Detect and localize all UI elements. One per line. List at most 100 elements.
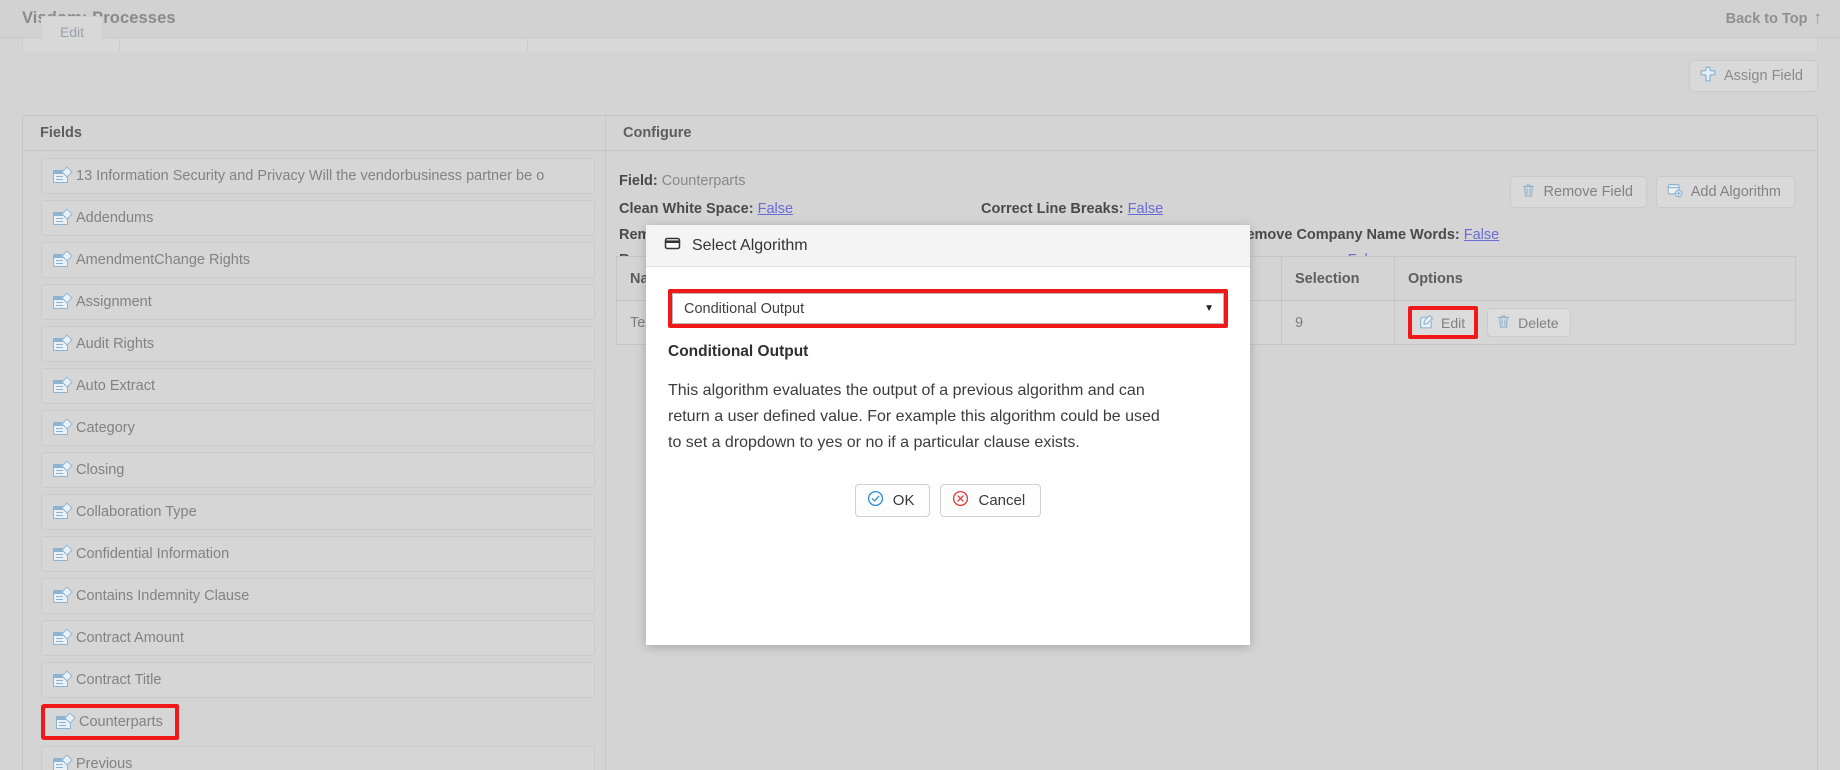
chevron-down-icon: ▼	[1204, 302, 1214, 314]
field-list-item[interactable]: Audit Rights	[41, 326, 595, 362]
algorithm-select[interactable]: Conditional Output ▼	[672, 293, 1224, 324]
add-algorithm-button[interactable]: Add Algorithm	[1655, 176, 1795, 208]
configure-field-label: Field:	[619, 173, 658, 189]
cancel-button[interactable]: Cancel	[940, 483, 1042, 517]
remove-field-label: Remove Field	[1543, 184, 1633, 200]
field-list-item[interactable]: Assignment	[41, 284, 595, 320]
form-edit-icon	[53, 543, 73, 561]
algorithm-name: Conditional Output	[668, 343, 809, 360]
edit-square-icon	[1419, 314, 1434, 332]
cell-options: Edit Delete	[1395, 301, 1795, 344]
trash-icon	[1496, 314, 1511, 332]
field-list-item[interactable]: Category	[41, 410, 595, 446]
algorithm-description: This algorithm evaluates the output of a…	[668, 382, 1160, 451]
edit-label: Edit	[1441, 314, 1466, 331]
form-edit-icon	[53, 291, 73, 309]
cell-selection: 9	[1282, 301, 1395, 344]
property-clean-white-space: Clean White Space: False	[619, 201, 793, 217]
cancel-label: Cancel	[978, 491, 1026, 509]
field-item-label: Assignment	[76, 294, 152, 310]
dialog-title: Select Algorithm	[692, 236, 808, 254]
field-item-label: Contract Amount	[76, 630, 184, 646]
field-list-item[interactable]: Addendums	[41, 200, 595, 236]
select-algorithm-dialog: Select Algorithm Conditional Output ▼ Co…	[646, 225, 1250, 645]
form-edit-icon	[53, 165, 73, 183]
ok-label: OK	[892, 491, 915, 509]
form-edit-icon	[53, 627, 73, 645]
form-edit-icon	[53, 417, 73, 435]
form-edit-icon	[53, 207, 73, 225]
field-list-item[interactable]: Previous	[41, 746, 595, 770]
field-list-item[interactable]: Contract Amount	[41, 620, 595, 656]
property-label: Clean White Space:	[619, 201, 754, 217]
field-item-label: Counterparts	[79, 714, 163, 730]
field-list-item[interactable]: Confidential Information	[41, 536, 595, 572]
property-value-link[interactable]: False	[1464, 227, 1499, 243]
field-item-label: Confidential Information	[76, 546, 230, 562]
field-item-label: Contains Indemnity Clause	[76, 588, 250, 604]
field-item-label: Category	[76, 420, 135, 436]
form-edit-icon	[53, 249, 73, 267]
check-circle-icon	[867, 490, 884, 511]
form-edit-icon	[56, 711, 76, 729]
field-list-item[interactable]: 13 Information Security and Privacy Will…	[41, 158, 595, 194]
field-item-label: Auto Extract	[76, 378, 155, 394]
field-list-item[interactable]: Contains Indemnity Clause	[41, 578, 595, 614]
form-edit-icon	[53, 501, 73, 519]
assign-field-label: Assign Field	[1724, 68, 1803, 84]
form-edit-icon	[53, 585, 73, 603]
field-list-item[interactable]: Counterparts	[41, 704, 595, 740]
property-value-link[interactable]: False	[1128, 201, 1163, 217]
add-box-icon	[1667, 182, 1683, 202]
plus-cross-icon	[1700, 66, 1716, 86]
property-remove-company-name-words: Remove Company Name Words: False	[1236, 227, 1499, 243]
ghost-toolbar-strip	[22, 38, 1818, 52]
trash-icon	[1521, 183, 1536, 202]
edit-button[interactable]: Edit	[1408, 306, 1479, 339]
form-edit-icon	[53, 333, 73, 351]
column-header-options: Options	[1408, 270, 1463, 287]
delete-button[interactable]: Delete	[1487, 308, 1571, 337]
algorithm-select-value: Conditional Output	[684, 300, 805, 317]
fields-list[interactable]: 13 Information Security and Privacy Will…	[23, 151, 605, 770]
field-item-label: Closing	[76, 462, 125, 478]
algorithm-select-highlight: Conditional Output ▼	[668, 289, 1228, 328]
property-value-link[interactable]: False	[758, 201, 793, 217]
fields-panel: Fields 13 Information Security and Priva…	[23, 116, 606, 770]
field-list-item[interactable]: Collaboration Type	[41, 494, 595, 530]
remove-field-button[interactable]: Remove Field	[1509, 176, 1647, 208]
ok-button[interactable]: OK	[854, 483, 931, 517]
form-edit-icon	[53, 753, 73, 770]
ghost-toolbar-cell	[119, 38, 528, 52]
field-item-highlight: Counterparts	[41, 704, 179, 740]
configure-field-row: Field: Counterparts	[619, 173, 746, 189]
property-label: Correct Line Breaks:	[981, 201, 1124, 217]
field-item-label: Addendums	[76, 210, 154, 226]
back-to-top-label: Back to Top	[1725, 10, 1808, 27]
field-item-label: 13 Information Security and Privacy Will…	[76, 168, 545, 184]
form-edit-icon	[53, 459, 73, 477]
configure-panel-header: Configure	[606, 116, 1817, 151]
field-item-label: Audit Rights	[76, 336, 155, 352]
delete-label: Delete	[1518, 314, 1559, 331]
arrow-up-icon: ↑	[1813, 8, 1823, 27]
back-to-top-link[interactable]: Back to Top ↑	[1725, 8, 1823, 27]
dialog-body: Conditional Output ▼ Conditional Output …	[646, 267, 1250, 517]
configure-field-value: Counterparts	[661, 173, 746, 189]
application-window: Visdom: Processes Back to Top ↑ Edit Ass…	[0, 0, 1840, 770]
field-item-label: Previous	[76, 756, 133, 770]
dialog-actions: OK Cancel	[668, 483, 1228, 517]
x-circle-icon	[952, 490, 969, 511]
field-list-item[interactable]: Closing	[41, 452, 595, 488]
property-correct-line-breaks: Correct Line Breaks: False	[981, 201, 1163, 217]
property-label: Remove Company Name Words:	[1236, 227, 1460, 243]
window-icon	[664, 235, 681, 257]
dialog-title-bar: Select Algorithm	[646, 225, 1250, 267]
field-list-item[interactable]: AmendmentChange Rights	[41, 242, 595, 278]
top-bar: Visdom: Processes Back to Top ↑	[0, 0, 1840, 38]
field-list-item[interactable]: Auto Extract	[41, 368, 595, 404]
field-item-label: Collaboration Type	[76, 504, 197, 520]
field-list-item[interactable]: Contract Title	[41, 662, 595, 698]
column-header-selection: Selection	[1282, 257, 1395, 300]
assign-field-button[interactable]: Assign Field	[1689, 60, 1818, 92]
